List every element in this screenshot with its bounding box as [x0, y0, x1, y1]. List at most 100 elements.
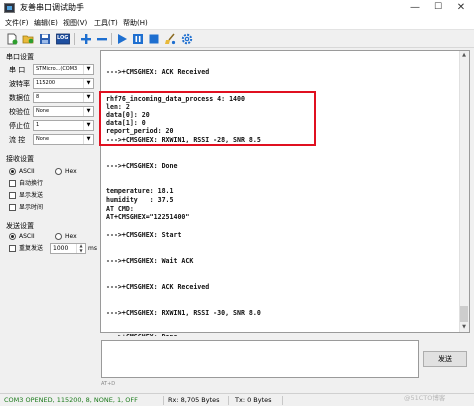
receive-scrollbar[interactable] [459, 51, 469, 332]
menu-view[interactable]: 视图(V) [63, 17, 87, 29]
flow-value: None [36, 136, 50, 142]
stopbits-value: 1 [36, 122, 40, 128]
menu-edit[interactable]: 编辑(E) [34, 17, 58, 29]
toolbar-separator [74, 33, 75, 45]
add-icon[interactable] [80, 33, 92, 45]
watermark: @51CTO博客 [404, 394, 446, 402]
show-time-checkbox[interactable] [9, 204, 16, 211]
log-line: --->+CMSGHEX: RXWIN1, RSSI -30, SNR 8.0 [106, 309, 261, 317]
chevron-down-icon: ▼ [83, 135, 93, 144]
status-separator [228, 396, 229, 405]
menu-bar: 文件(F) 编辑(E) 视图(V) 工具(T) 帮助(H) [0, 16, 474, 30]
port-select[interactable]: STMicro...(COM3 ▼ [33, 64, 94, 75]
parity-select[interactable]: None ▼ [33, 106, 94, 117]
send-button[interactable]: 发送 [423, 351, 467, 367]
menu-help[interactable]: 帮助(H) [123, 17, 148, 29]
log-line: --->+CMSGHEX: Start [106, 231, 182, 239]
scroll-down-icon[interactable]: ▼ [459, 323, 469, 332]
log-icon[interactable]: LOG [56, 33, 70, 45]
parity-value: None [36, 108, 50, 114]
port-status: COM3 OPENED, 115200, 8, NONE, 1, OFF [4, 396, 138, 404]
toolbar-separator [111, 33, 112, 45]
auto-wrap-checkbox[interactable] [9, 180, 16, 187]
databits-value: 8 [36, 94, 40, 100]
receive-ascii-label: ASCII [19, 168, 35, 175]
flow-label: 流 控 [9, 136, 26, 144]
databits-select[interactable]: 8 ▼ [33, 92, 94, 103]
menu-tools[interactable]: 工具(T) [94, 17, 118, 29]
status-separator [282, 396, 283, 405]
send-hscroll-text: AT+D [101, 381, 116, 387]
send-settings-title: 发送设置 [6, 222, 34, 230]
chevron-down-icon: ▼ [83, 79, 93, 88]
baud-value: 115200 [36, 80, 56, 86]
highlight-annotation [99, 91, 316, 146]
spin-arrows-icon[interactable]: ▲ ▼ [76, 243, 85, 253]
log-line: --->+CMSGHEX: Wait ACK [106, 257, 194, 265]
send-textarea[interactable] [101, 340, 419, 378]
receive-settings-title: 接收设置 [6, 155, 34, 163]
scroll-up-icon[interactable]: ▲ [459, 51, 469, 60]
send-hex-label: Hex [65, 233, 77, 240]
new-file-icon[interactable] [6, 33, 18, 45]
serial-settings-title: 串口设置 [6, 53, 34, 61]
save-icon[interactable] [39, 33, 51, 45]
receive-hex-radio[interactable] [55, 168, 62, 175]
open-folder-icon[interactable] [22, 33, 34, 45]
window-title: 友善串口调试助手 [20, 3, 84, 12]
log-line: AT CMD: [106, 205, 134, 213]
log-line: AT+CMSGHEX="12251400" [106, 213, 190, 221]
send-hscroll[interactable]: AT+D [101, 380, 467, 388]
repeat-send-checkbox[interactable] [9, 245, 16, 252]
port-label: 串 口 [9, 66, 26, 74]
log-label: LOG [57, 35, 69, 41]
tx-count: Tx: 0 Bytes [235, 396, 272, 404]
show-send-label: 显示发送 [19, 192, 44, 199]
log-line: --->+CMSGHEX: Done [106, 162, 178, 170]
scrollbar-thumb[interactable] [460, 306, 468, 322]
send-ascii-radio[interactable] [9, 233, 16, 240]
log-line: --->+CMSGHEX: ACK Received [106, 68, 210, 76]
close-button[interactable]: ✕ [450, 0, 472, 16]
stopbits-select[interactable]: 1 ▼ [33, 120, 94, 131]
log-line: temperature: 18.1 [106, 187, 174, 195]
rx-count: Rx: 8,705 Bytes [168, 396, 220, 404]
databits-label: 数据位 [9, 94, 30, 102]
port-value: STMicro...(COM3 [36, 66, 78, 72]
status-bar: COM3 OPENED, 115200, 8, NONE, 1, OFF Rx:… [0, 393, 474, 406]
chevron-down-icon: ▼ [83, 93, 93, 102]
settings-gear-icon[interactable] [181, 33, 193, 45]
pause-icon[interactable] [132, 33, 144, 45]
remove-icon[interactable] [96, 33, 108, 45]
stopbits-label: 停止位 [9, 122, 30, 130]
chevron-down-icon: ▼ [83, 65, 93, 74]
show-time-label: 显示时间 [19, 204, 44, 211]
stop-icon[interactable] [148, 33, 160, 45]
repeat-interval-unit: ms [88, 245, 97, 252]
menu-file[interactable]: 文件(F) [5, 17, 29, 29]
clear-brush-icon[interactable] [164, 33, 176, 45]
log-line: --->+CMSGHEX: ACK Received [106, 283, 210, 291]
parity-label: 校验位 [9, 108, 30, 116]
log-line: --->+CMSGHEX: Done [106, 333, 177, 336]
toolbar: LOG [0, 30, 474, 48]
show-send-checkbox[interactable] [9, 192, 16, 199]
play-icon[interactable] [116, 33, 128, 45]
receive-hex-label: Hex [65, 168, 77, 175]
minimize-button[interactable]: — [404, 0, 426, 16]
auto-wrap-label: 自动换行 [19, 180, 44, 187]
status-separator [163, 396, 164, 405]
log-line: humidity : 37.5 [106, 196, 174, 204]
baud-label: 波特率 [9, 80, 30, 88]
chevron-down-icon: ▼ [83, 121, 93, 130]
maximize-button[interactable]: ☐ [427, 0, 449, 16]
chevron-down-icon: ▼ [83, 107, 93, 116]
send-hex-radio[interactable] [55, 233, 62, 240]
flow-select[interactable]: None ▼ [33, 134, 94, 145]
repeat-send-label: 重复发送 [19, 245, 44, 252]
app-icon [4, 3, 15, 13]
repeat-interval-input[interactable]: 1000 ▲ ▼ [50, 243, 86, 254]
send-ascii-label: ASCII [19, 233, 35, 240]
receive-ascii-radio[interactable] [9, 168, 16, 175]
baud-select[interactable]: 115200 ▼ [33, 78, 94, 89]
